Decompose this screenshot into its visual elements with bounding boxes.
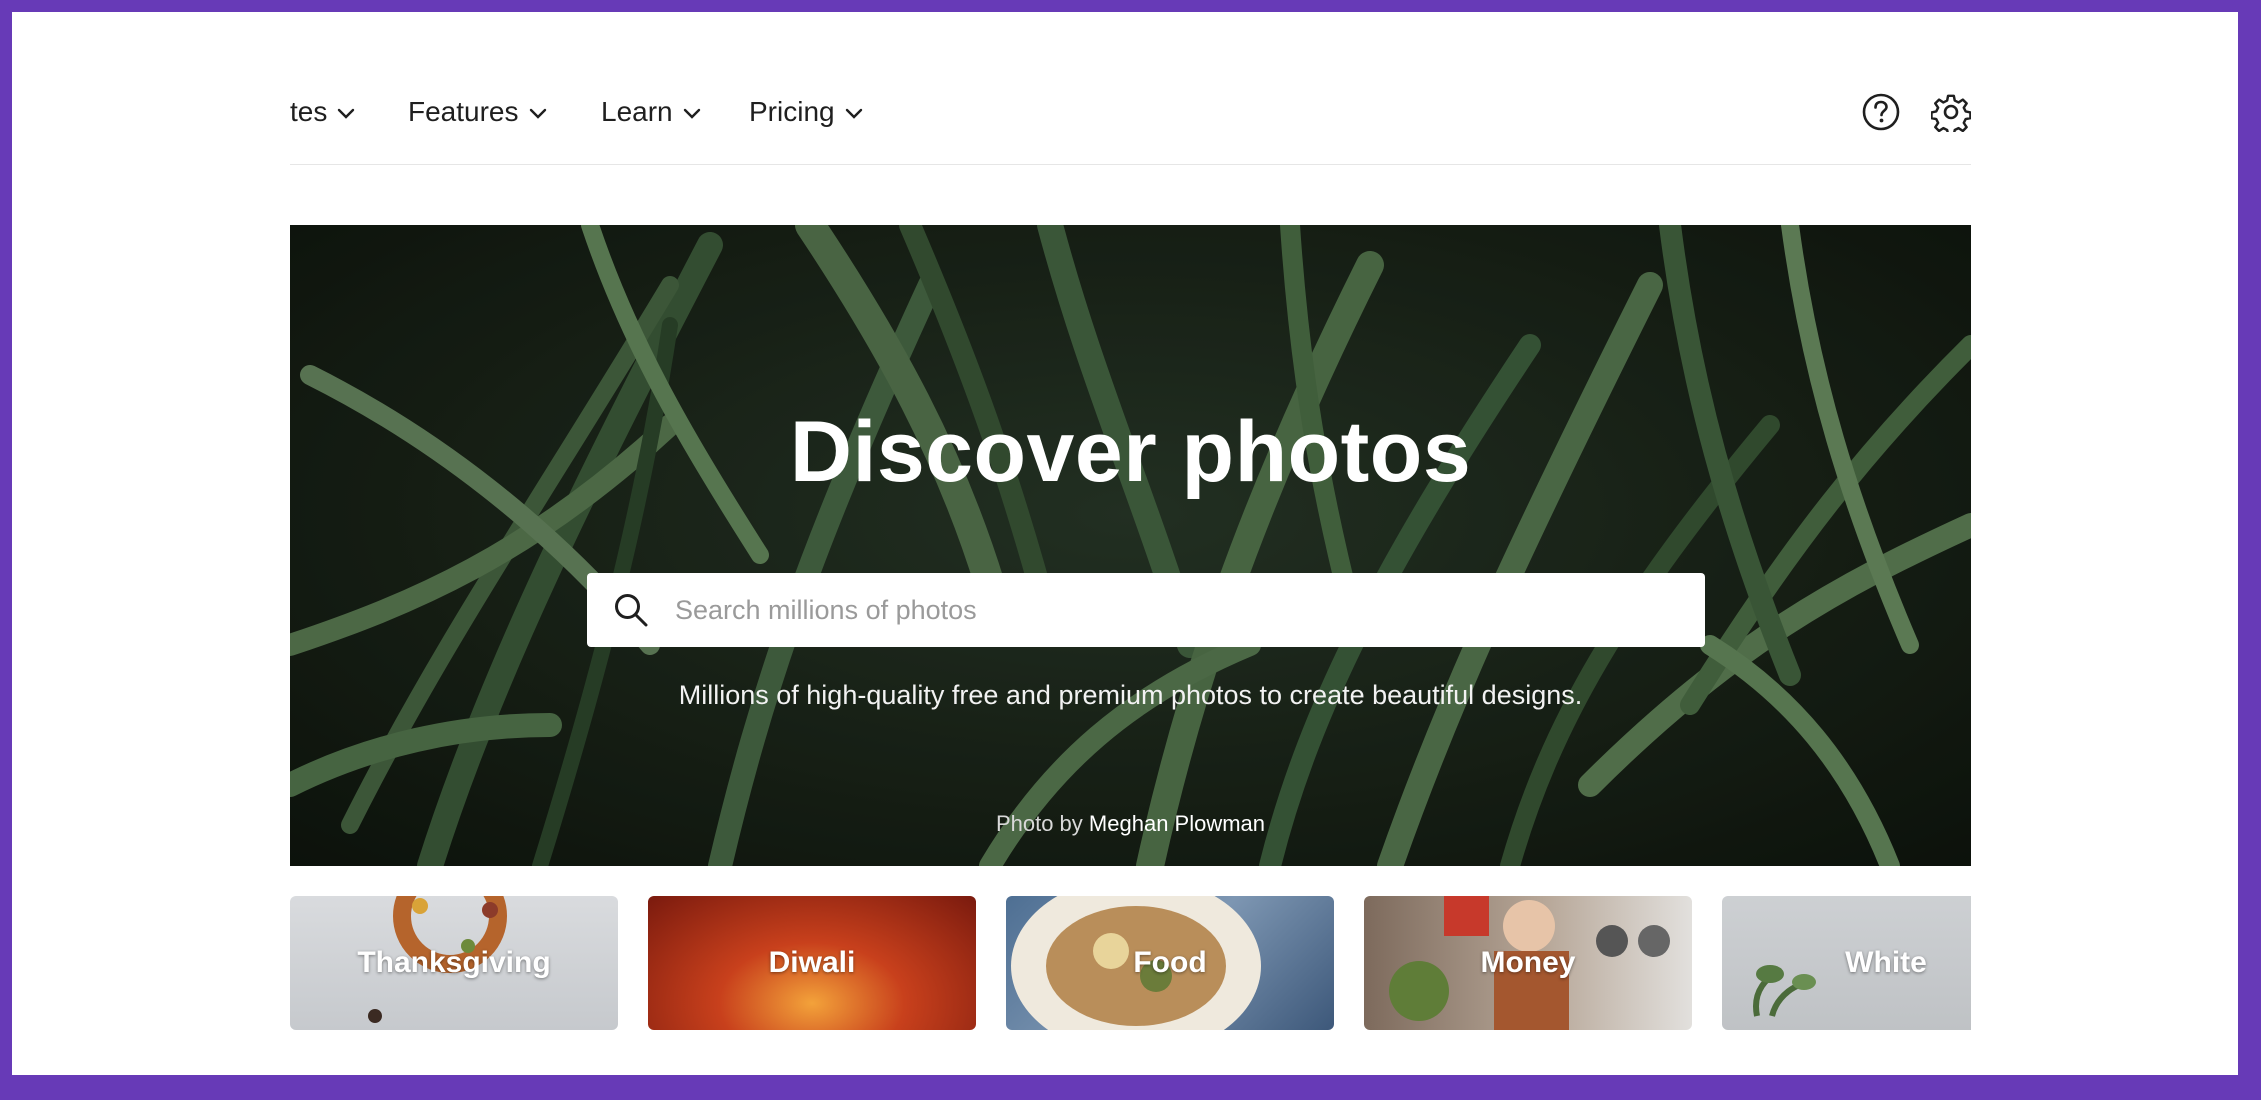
hero-title: Discover photos	[789, 404, 1472, 500]
category-card-thanksgiving[interactable]: Thanksgiving	[290, 896, 618, 1030]
category-card-money[interactable]: Money	[1364, 896, 1692, 1030]
search-input[interactable]	[673, 579, 1705, 641]
nav-right-tools	[1861, 72, 1971, 152]
nav-item-pricing[interactable]: Pricing	[749, 72, 863, 152]
photo-credit-prefix: Photo by	[995, 811, 1083, 836]
gear-icon[interactable]	[1931, 92, 1971, 132]
nav-item-label: Pricing	[749, 96, 835, 127]
search-icon	[615, 594, 648, 627]
category-label: Food	[1133, 946, 1207, 979]
category-card-white[interactable]: White	[1722, 896, 1971, 1030]
top-nav: tes Features Learn Pricing	[290, 72, 1971, 152]
nav-item-templates[interactable]: tes	[290, 72, 355, 152]
photo-credit: Photo by Meghan Plowman	[290, 811, 1971, 837]
chevron-down-icon	[529, 108, 546, 119]
category-strip: Thanksgiving Diwali Food Money White	[290, 896, 1971, 1030]
chevron-down-icon	[845, 108, 862, 119]
nav-item-label: Features	[408, 96, 519, 127]
category-label: Thanksgiving	[357, 946, 551, 979]
photo-search-box[interactable]	[587, 573, 1705, 647]
hero-subtitle: Millions of high-quality free and premiu…	[678, 680, 1583, 710]
category-card-food[interactable]: Food	[1006, 896, 1334, 1030]
photo-credit-author-link[interactable]: Meghan Plowman	[1089, 811, 1265, 836]
nav-item-learn[interactable]: Learn	[601, 72, 701, 152]
chevron-down-icon	[338, 108, 355, 119]
nav-divider	[290, 164, 1971, 165]
hero-banner: Discover photos Millions of high-quality…	[290, 225, 1971, 866]
page-frame: tes Features Learn Pricing Discover phot…	[12, 12, 2238, 1075]
category-label: Money	[1480, 946, 1576, 979]
help-icon[interactable]	[1861, 92, 1901, 132]
category-label: White	[1845, 946, 1927, 979]
category-label: Diwali	[768, 946, 856, 979]
nav-item-label: Learn	[601, 96, 673, 127]
nav-item-label: tes	[290, 96, 328, 127]
category-card-diwali[interactable]: Diwali	[648, 896, 976, 1030]
chevron-down-icon	[683, 108, 700, 119]
nav-item-features[interactable]: Features	[408, 72, 547, 152]
hero-shade	[290, 225, 1971, 866]
